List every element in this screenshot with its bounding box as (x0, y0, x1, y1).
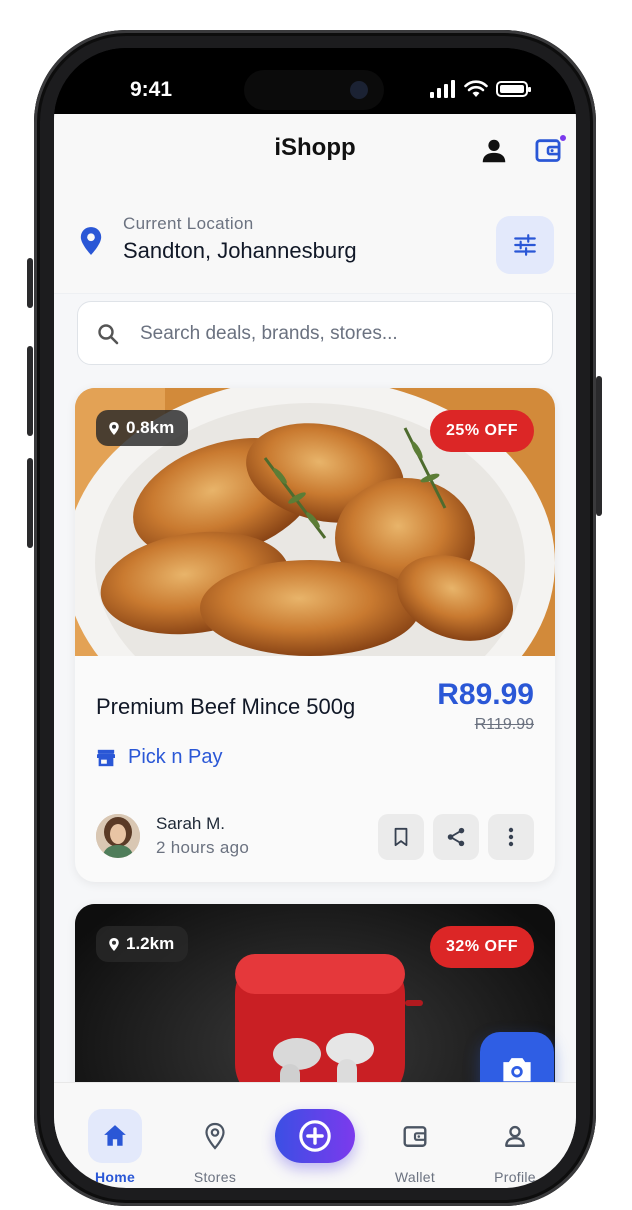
original-price: R119.99 (474, 716, 534, 733)
location-label: Current Location (123, 214, 254, 233)
location-value: Sandton, Johannesburg (123, 238, 357, 263)
phone-screen: 9:41 iShopp Current Location Sandton, Jo… (54, 48, 576, 1188)
bookmark-button[interactable] (378, 814, 424, 860)
deal-title: Premium Beef Mince 500g (96, 694, 356, 719)
silent-switch (27, 258, 33, 308)
wallet-header-button[interactable] (534, 133, 568, 166)
bottom-nav: Home Stores Wallet Profile (54, 1082, 576, 1188)
avatar (96, 814, 140, 858)
nav-profile[interactable]: Profile (470, 1083, 560, 1185)
nav-label: Wallet (394, 1169, 436, 1185)
nav-label: Home (94, 1169, 136, 1185)
discount-badge: 32% OFF (430, 926, 534, 968)
location-bar[interactable]: Current Location Sandton, Johannesburg (54, 188, 576, 294)
share-button[interactable] (433, 814, 479, 860)
volume-up-button (27, 346, 33, 436)
search-bar[interactable] (77, 301, 553, 365)
filter-button[interactable] (496, 216, 554, 274)
distance-text: 1.2km (126, 934, 175, 953)
distance-text: 0.8km (126, 418, 175, 437)
deal-card[interactable]: 0.8km 25% OFF Premium Beef Mince 500g R8… (75, 388, 555, 882)
search-input[interactable] (140, 312, 540, 356)
location-pin-icon (80, 227, 102, 255)
nav-label: Profile (494, 1169, 536, 1185)
poster-info[interactable]: Sarah M. 2 hours ago (96, 814, 249, 858)
nav-home[interactable]: Home (70, 1083, 160, 1185)
camera-icon (503, 1058, 531, 1082)
app-header: iShopp (54, 114, 576, 188)
distance-chip: 1.2km (96, 926, 189, 962)
account-button[interactable] (479, 136, 509, 166)
power-button (596, 376, 602, 516)
app-content: iShopp Current Location Sandton, Johanne… (54, 114, 576, 1188)
volume-down-button (27, 458, 33, 548)
signal-icon (430, 80, 455, 98)
location-pin-icon (109, 937, 119, 951)
distance-chip: 0.8km (96, 410, 189, 446)
pin-icon (205, 1122, 225, 1150)
poster-name: Sarah M. (156, 814, 225, 833)
more-options-button[interactable] (488, 814, 534, 860)
store-icon (97, 749, 115, 766)
status-icons (430, 80, 531, 98)
search-icon (98, 324, 119, 345)
home-icon (104, 1125, 126, 1146)
deal-image: 0.8km 25% OFF (75, 388, 555, 656)
wifi-icon (464, 80, 488, 97)
profile-icon (505, 1125, 525, 1147)
nav-label: Stores (193, 1169, 237, 1185)
share-icon (447, 827, 465, 847)
nav-stores[interactable]: Stores (170, 1083, 260, 1185)
wallet-icon (403, 1126, 427, 1147)
store-link[interactable]: Pick n Pay (96, 746, 222, 769)
add-icon (299, 1120, 331, 1152)
posted-time: 2 hours ago (156, 838, 250, 857)
bookmark-icon (394, 827, 408, 847)
person-icon (482, 139, 506, 163)
store-name: Pick n Pay (128, 746, 223, 768)
notification-badge (558, 133, 568, 143)
dynamic-island (244, 70, 384, 110)
battery-icon (496, 81, 531, 97)
discount-badge: 25% OFF (430, 410, 534, 452)
status-bar: 9:41 (54, 48, 576, 114)
location-pin-icon (109, 421, 119, 435)
add-deal-button[interactable] (275, 1109, 355, 1163)
more-vertical-icon (508, 827, 514, 847)
status-time: 9:41 (130, 78, 173, 101)
sliders-icon (514, 234, 536, 256)
deal-price: R89.99 (437, 678, 534, 711)
nav-wallet[interactable]: Wallet (370, 1083, 460, 1185)
